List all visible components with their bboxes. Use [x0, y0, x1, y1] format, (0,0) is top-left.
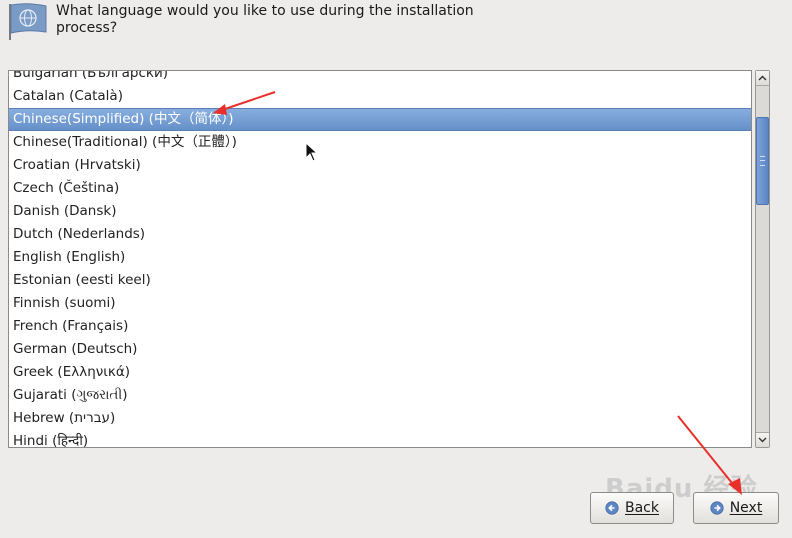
- list-item[interactable]: Danish (Dansk): [9, 200, 751, 223]
- list-item[interactable]: Bulgarian (Български): [9, 71, 751, 85]
- back-button[interactable]: Back: [590, 492, 674, 524]
- list-item[interactable]: Gujarati (ગુજરાતી): [9, 384, 751, 407]
- next-button[interactable]: Next: [693, 492, 779, 524]
- scroll-down-button[interactable]: [756, 432, 769, 447]
- language-list[interactable]: Bulgarian (Български) Catalan (Català) C…: [8, 70, 752, 448]
- list-item[interactable]: Finnish (suomi): [9, 292, 751, 315]
- list-item[interactable]: English (English): [9, 246, 751, 269]
- scroll-up-button[interactable]: [756, 71, 769, 86]
- flag-icon: [9, 3, 47, 40]
- list-item[interactable]: German (Deutsch): [9, 338, 751, 361]
- list-item[interactable]: Chinese(Traditional) (中文（正體）): [9, 131, 751, 154]
- page-title: What language would you like to use duri…: [56, 3, 474, 36]
- list-item[interactable]: Hebrew (עברית): [9, 407, 751, 430]
- next-button-label: Next: [729, 500, 763, 516]
- grip-icon: [760, 156, 765, 166]
- list-item[interactable]: Czech (Čeština): [9, 177, 751, 200]
- next-arrow-icon: [710, 501, 724, 515]
- list-item[interactable]: Catalan (Català): [9, 85, 751, 108]
- list-item-selected[interactable]: Chinese(Simplified) (中文（简体）): [9, 108, 751, 131]
- vertical-scrollbar[interactable]: [755, 70, 770, 448]
- language-list-items: Bulgarian (Български) Catalan (Català) C…: [9, 71, 751, 447]
- list-item[interactable]: French (Français): [9, 315, 751, 338]
- back-arrow-icon: [605, 501, 619, 515]
- scroll-thumb[interactable]: [756, 117, 769, 205]
- list-item[interactable]: Hindi (हिन्दी): [9, 430, 751, 447]
- chevron-down-icon: [758, 437, 767, 443]
- chevron-up-icon: [758, 75, 767, 81]
- back-button-label: Back: [625, 500, 659, 516]
- list-item[interactable]: Croatian (Hrvatski): [9, 154, 751, 177]
- list-item[interactable]: Dutch (Nederlands): [9, 223, 751, 246]
- list-item[interactable]: Estonian (eesti keel): [9, 269, 751, 292]
- list-item[interactable]: Greek (Ελληνικά): [9, 361, 751, 384]
